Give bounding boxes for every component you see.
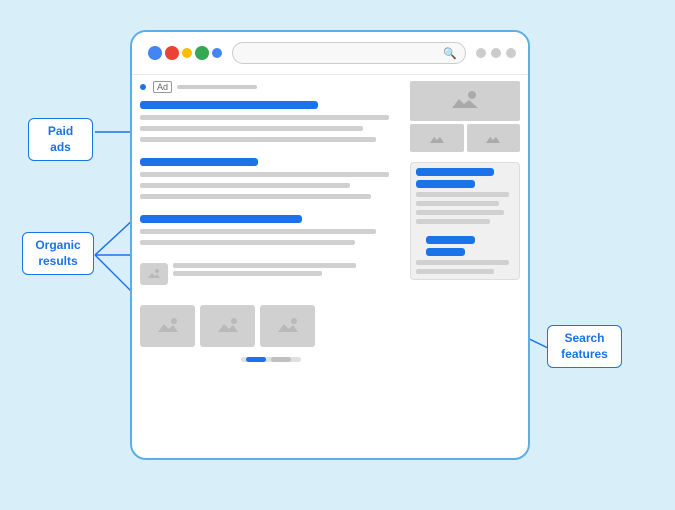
paid-ads-label: Paid ads (28, 118, 93, 161)
small-image-placeholder (140, 263, 168, 285)
gray-bar-3 (140, 137, 376, 142)
search-icon: 🔍 (443, 47, 457, 60)
bottom-images-row (140, 305, 402, 347)
gray-bar-5 (140, 183, 350, 188)
organic-bar-2 (140, 215, 302, 223)
gray-bar-9 (173, 263, 356, 268)
window-dot-3 (506, 48, 516, 58)
feature-gray-3 (416, 210, 504, 215)
feature-blue-bar-3 (426, 236, 475, 244)
feature-blue-bar-2 (416, 180, 475, 188)
scroll-thumb-inactive (271, 357, 291, 362)
feature-gray-6 (416, 269, 494, 274)
bottom-img-1 (140, 305, 195, 347)
google-dot-blue2 (212, 48, 222, 58)
ad-dot (140, 84, 146, 90)
feature-gray-2 (416, 201, 499, 206)
bottom-img-3 (260, 305, 315, 347)
search-feat-line1: Search (564, 331, 604, 345)
feature-gray-1 (416, 192, 509, 197)
browser-topbar: 🔍 (132, 32, 528, 75)
google-dot-green (195, 46, 209, 60)
browser-window: 🔍 Ad (130, 30, 530, 460)
feature-blue-bar-1 (416, 168, 494, 176)
ad-row: Ad (140, 81, 402, 93)
search-features-label: Search features (547, 325, 622, 368)
scroll-thumb-active (246, 357, 266, 362)
feature-gray-4 (416, 219, 490, 224)
gray-bar-6 (140, 194, 371, 199)
bottom-img-2 (200, 305, 255, 347)
window-dot-2 (491, 48, 501, 58)
window-controls (476, 48, 516, 58)
organic-bar-1 (140, 158, 258, 166)
sponsored-bar-1 (140, 101, 318, 109)
image-result-text (173, 263, 402, 276)
ad-badge: Ad (153, 81, 172, 93)
google-dot-blue (148, 46, 162, 60)
gray-bar-10 (173, 271, 322, 276)
gray-bar-4 (140, 172, 389, 177)
content-right (410, 81, 520, 449)
gray-bar-1 (140, 115, 389, 120)
image-grid (410, 81, 520, 152)
gray-bar-8 (140, 240, 355, 245)
grid-img-2 (467, 124, 521, 152)
grid-img-1 (410, 124, 464, 152)
browser-scrollbar[interactable] (140, 353, 402, 366)
grid-img-large (410, 81, 520, 121)
organic-line1: Organic (35, 238, 80, 252)
search-bar[interactable]: 🔍 (232, 42, 466, 64)
feature-blue-bar-4 (426, 248, 465, 256)
google-dot-red (165, 46, 179, 60)
browser-content: Ad (132, 75, 528, 455)
google-dot-yellow (182, 48, 192, 58)
search-feat-line2: features (561, 347, 608, 361)
content-left: Ad (140, 81, 402, 449)
ad-line (177, 85, 257, 89)
scroll-track[interactable] (241, 357, 301, 362)
result-with-image (140, 263, 402, 285)
organic-results-label: Organic results (22, 232, 94, 275)
google-logo (148, 46, 222, 60)
window-dot-1 (476, 48, 486, 58)
feature-box (410, 162, 520, 280)
feature-gray-5 (416, 260, 509, 265)
gray-bar-2 (140, 126, 363, 131)
organic-line2: results (38, 254, 77, 268)
gray-bar-7 (140, 229, 376, 234)
